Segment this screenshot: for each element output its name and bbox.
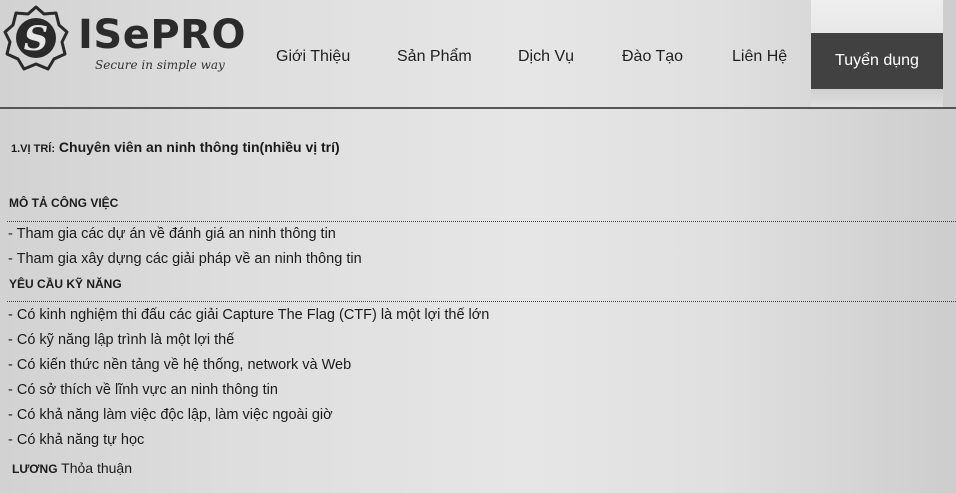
skill-item: - Có khả năng tự học (8, 432, 145, 448)
nav-item-lien-he[interactable]: Liên Hệ (732, 48, 787, 66)
salary-value: Thỏa thuận (61, 460, 133, 476)
salary-label: LƯƠNG (12, 462, 58, 476)
nav-active-shadow (811, 89, 943, 107)
position-name: Chuyên viên an ninh thông tin(nhiều vị t… (58, 139, 340, 155)
salary-line: LƯƠNG Thỏa thuận (12, 460, 132, 476)
skill-item: - Có khả năng làm việc độc lập, làm việc… (8, 407, 333, 423)
nav-item-dao-tao[interactable]: Đào Tạo (622, 48, 683, 66)
skill-item: - Có kỹ năng lập trình là một lợi thế (8, 332, 235, 348)
description-item: - Tham gia các dự án về đánh giá an ninh… (8, 226, 336, 242)
nav-item-dich-vu[interactable]: Dịch Vụ (518, 48, 574, 66)
position-title: 1.VỊ TRÍ: Chuyên viên an ninh thông tin(… (11, 139, 340, 155)
description-item: - Tham gia xây dựng các giải pháp về an … (8, 251, 362, 267)
skill-item: - Có kinh nghiệm thi đấu các giải Captur… (8, 307, 490, 323)
nav-item-san-pham[interactable]: Sản Phẩm (397, 48, 472, 66)
position-prefix: 1.VỊ TRÍ: (11, 143, 56, 155)
nav-item-tuyen-dung[interactable]: Tuyển dụng (811, 33, 943, 89)
skill-item: - Có kiến thức nền tảng về hệ thống, net… (8, 357, 352, 373)
skills-divider (7, 301, 956, 302)
nav-item-gioi-thieu[interactable]: Giới Thiệu (276, 48, 350, 66)
site-header: S ISePRO Secure in simple way Giới Thiệu… (0, 0, 956, 109)
main-nav: Giới Thiệu Sản Phẩm Dịch Vụ Đào Tạo Liên… (0, 0, 956, 107)
description-heading: MÔ TẢ CÔNG VIỆC (9, 196, 119, 210)
skills-heading: YÊU CẦU KỸ NĂNG (9, 277, 122, 291)
description-divider (7, 221, 956, 222)
skill-item: - Có sở thích về lĩnh vực an ninh thông … (8, 382, 278, 398)
